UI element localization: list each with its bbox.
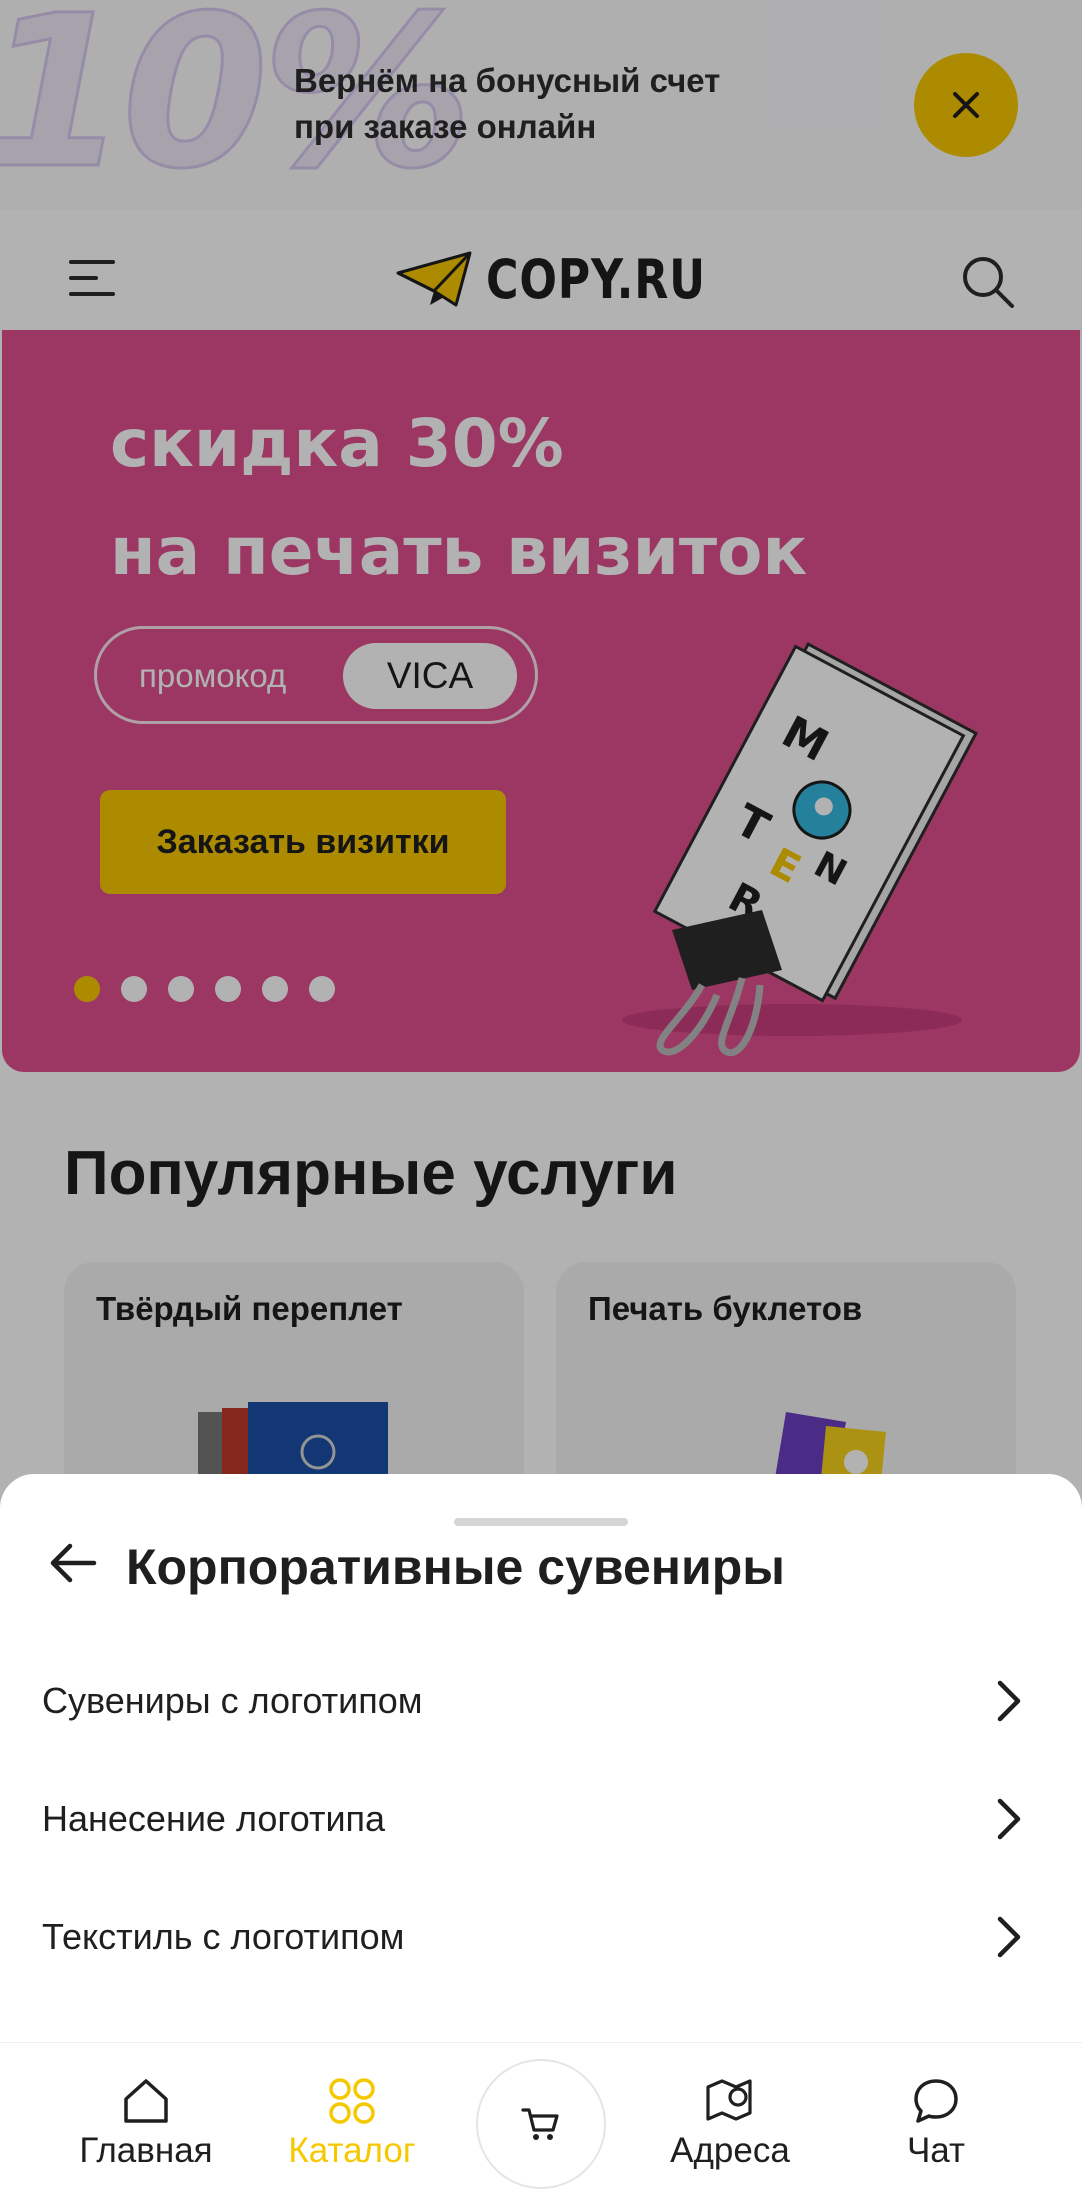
chat-icon: [914, 2079, 958, 2123]
tab-label: Каталог: [288, 2131, 416, 2170]
sheet-item-label: Текстиль с логотипом: [42, 1916, 405, 1957]
sheet-grabber[interactable]: [454, 1518, 628, 1526]
cart-icon: [521, 2108, 559, 2140]
sheet-item-textile-with-logo[interactable]: Текстиль с логотипом: [0, 1878, 1082, 1996]
catalog-icon: [329, 2078, 375, 2124]
tab-label: Главная: [79, 2131, 213, 2170]
tab-home[interactable]: Главная: [46, 2073, 246, 2183]
cart-button[interactable]: [476, 2059, 606, 2189]
tab-chat[interactable]: Чат: [836, 2073, 1036, 2183]
home-icon: [124, 2079, 168, 2123]
sheet-title: Корпоративные сувениры: [126, 1539, 785, 1595]
sheet-item-logo-application[interactable]: Нанесение логотипа: [0, 1760, 1082, 1878]
sheet-item-souvenirs-with-logo[interactable]: Сувениры с логотипом: [0, 1642, 1082, 1760]
chevron-right-icon: [997, 1680, 1021, 1722]
chevron-right-icon: [997, 1916, 1021, 1958]
bottom-tab-bar: Главная Каталог Адреса Чат: [0, 2042, 1082, 2202]
chevron-right-icon: [997, 1798, 1021, 1840]
tab-catalog[interactable]: Каталог: [252, 2073, 452, 2183]
back-arrow-icon[interactable]: [44, 1534, 102, 1592]
map-pin-icon: [706, 2079, 752, 2121]
sheet-item-label: Сувениры с логотипом: [42, 1680, 423, 1721]
tab-label: Чат: [906, 2131, 966, 2170]
tab-addresses[interactable]: Адреса: [630, 2073, 830, 2183]
tab-label: Адреса: [670, 2131, 790, 2170]
sheet-item-label: Нанесение логотипа: [42, 1798, 386, 1839]
